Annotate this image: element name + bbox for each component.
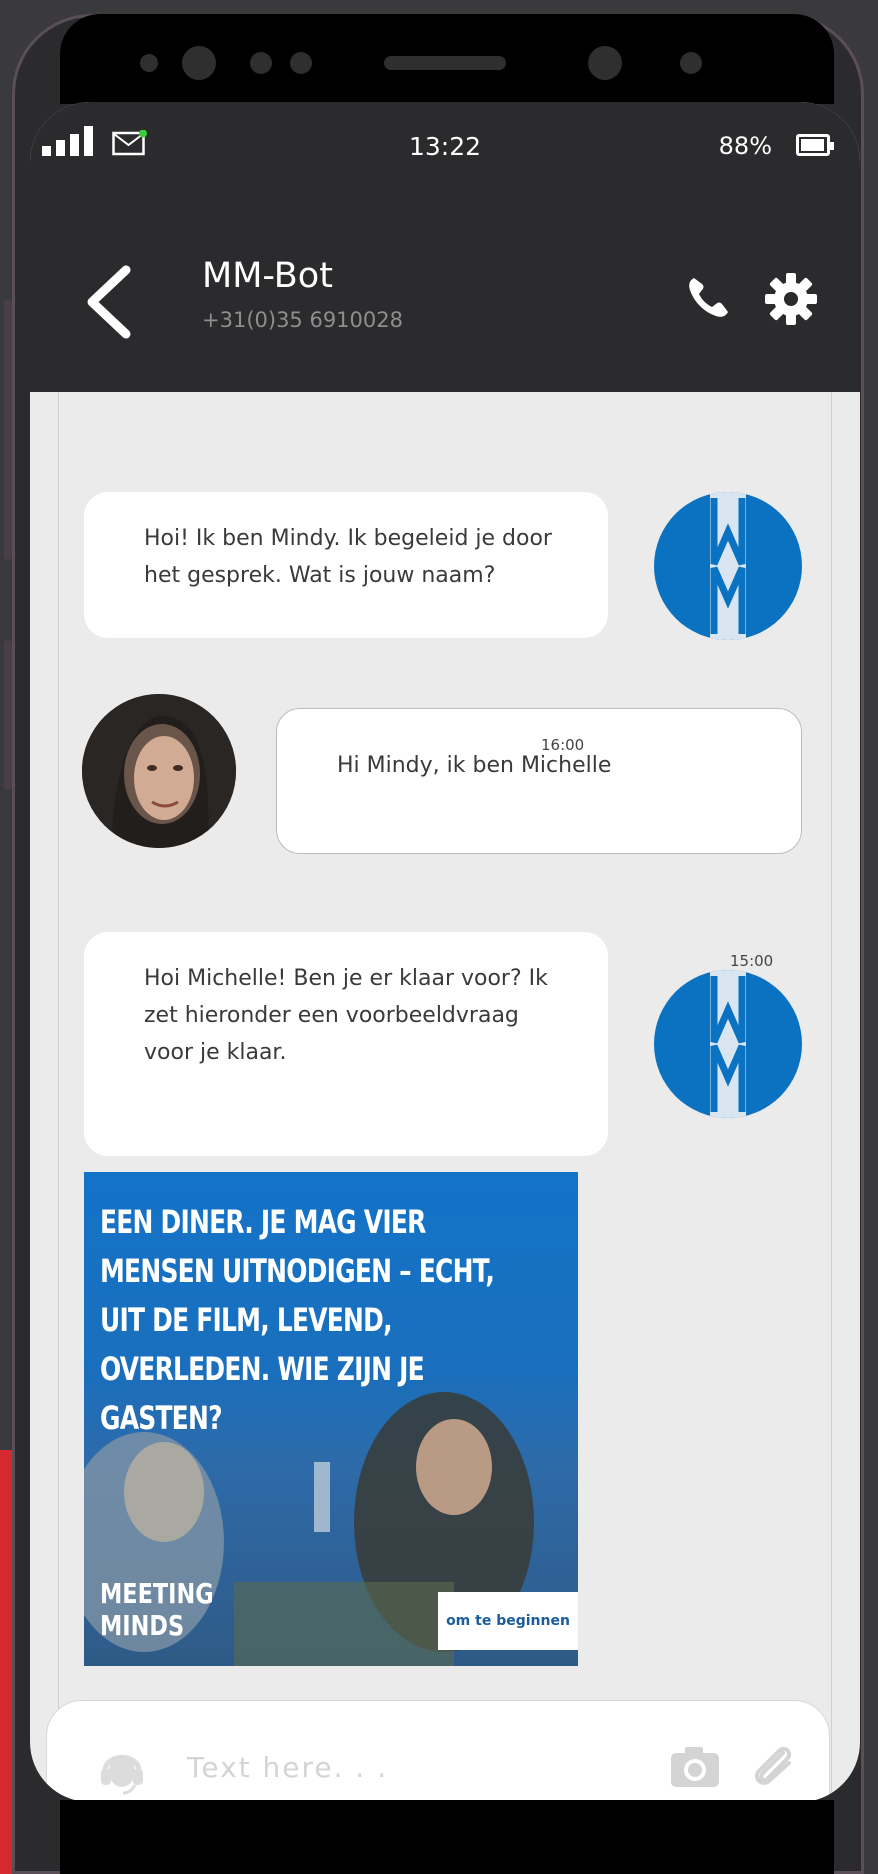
side-button [4,300,12,560]
bottom-bezel [60,1800,834,1874]
settings-gear-icon[interactable] [764,272,818,326]
speaker [384,56,506,70]
camera-dot [588,46,622,80]
meeting-minds-logo: MEETING MINDS [100,1577,214,1642]
sensor-dot [290,52,312,74]
headset-icon[interactable] [95,1741,149,1795]
camera-icon[interactable] [669,1745,721,1789]
screen: 13:22 88% MM-Bot +31(0)35 6910028 Hoi! I… [30,102,860,1802]
message-text: Hoi! Ik ben Mindy. Ik begeleid je door h… [144,526,552,588]
bot-avatar [654,492,802,640]
start-cta-button[interactable]: om te beginnen [438,1592,578,1650]
side-button [4,640,12,790]
user-avatar [82,694,236,848]
bot-message-bubble: Hoi! Ik ben Mindy. Ik begeleid je door h… [84,492,608,638]
sensor-dot [680,52,702,74]
phone-call-icon[interactable] [684,274,732,322]
message-text: Hoi Michelle! Ben je er klaar voor? Ik z… [144,966,548,1065]
battery-icon [796,134,834,156]
bot-avatar [654,970,802,1118]
contact-phone-number: +31(0)35 6910028 [202,308,403,332]
message-input-bar: Text here. . . [46,1700,830,1802]
message-timestamp: 15:00 [730,952,774,970]
camera-dot [182,46,216,80]
sensor-dot [140,54,158,72]
message-input[interactable]: Text here. . . [187,1751,388,1784]
back-arrow-icon[interactable] [78,262,138,342]
question-image-card[interactable]: EEN DINER. JE MAG VIER MENSEN UITNODIGEN… [84,1172,578,1666]
divider [831,392,832,1802]
top-bezel [60,14,834,104]
paperclip-icon[interactable] [749,1741,797,1791]
message-timestamp: 16:00 [541,736,585,754]
battery-percent: 88% [718,132,772,160]
user-message-bubble: 16:00 Hi Mindy, ik ben Michelle [276,708,802,854]
contact-name: MM-Bot [202,256,333,296]
status-bar: 13:22 88% [30,102,860,192]
chat-header: 13:22 88% MM-Bot +31(0)35 6910028 [30,102,860,392]
question-text: EEN DINER. JE MAG VIER MENSEN UITNODIGEN… [100,1203,495,1437]
divider [58,392,59,1802]
bot-message-bubble: Hoi Michelle! Ben je er klaar voor? Ik z… [84,932,608,1156]
sensor-dot [250,52,272,74]
